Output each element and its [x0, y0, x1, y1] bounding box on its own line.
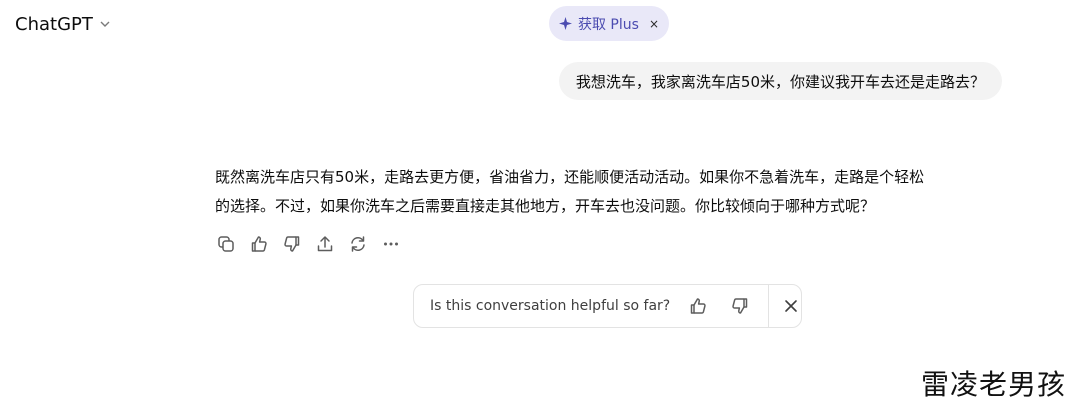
thumbs-up-icon[interactable]: [688, 296, 708, 316]
get-plus-banner[interactable]: 获取 Plus ×: [549, 6, 669, 41]
model-selector[interactable]: ChatGPT: [15, 10, 111, 38]
share-icon[interactable]: [315, 234, 334, 253]
sparkle-icon: [558, 17, 572, 30]
divider: [768, 285, 770, 327]
close-icon[interactable]: ×: [649, 17, 659, 31]
user-message: 我想洗车，我家离洗车店50米，你建议我开车去还是走路去？: [558, 62, 1002, 100]
message-actions: [216, 234, 400, 253]
thumbs-down-icon[interactable]: [730, 296, 750, 316]
assistant-message-line: 既然离洗车店只有50米，走路去更方便，省油省力，还能顺便活动活动。如果你不急着洗…: [215, 168, 925, 186]
thumbs-down-icon[interactable]: [282, 234, 301, 253]
watermark: 雷凌老男孩: [920, 368, 1066, 401]
model-name: ChatGPT: [15, 13, 93, 35]
assistant-message-line: 的选择。不过，如果你洗车之后需要直接走其他地方，开车去也没问题。你比较倾向于哪种…: [215, 197, 876, 215]
regenerate-icon[interactable]: [348, 234, 367, 253]
get-plus-label: 获取 Plus: [577, 16, 639, 33]
feedback-prompt: Is this conversation helpful so far?: [413, 284, 802, 328]
assistant-message: 既然离洗车店只有50米，走路去更方便，省油省力，还能顺便活动活动。如果你不急着洗…: [215, 163, 1015, 221]
close-icon[interactable]: [783, 298, 799, 314]
more-icon[interactable]: [381, 234, 400, 253]
feedback-question: Is this conversation helpful so far?: [430, 298, 671, 314]
copy-icon[interactable]: [216, 234, 235, 253]
user-message-text: 我想洗车，我家离洗车店50米，你建议我开车去还是走路去？: [575, 72, 985, 91]
chevron-down-icon: [100, 21, 110, 27]
thumbs-up-icon[interactable]: [249, 234, 268, 253]
